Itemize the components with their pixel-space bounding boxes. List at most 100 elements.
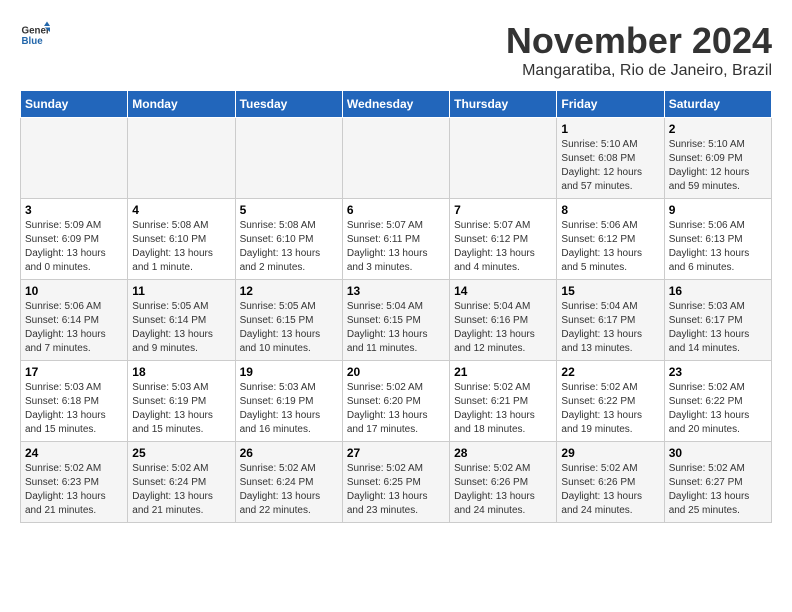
day-info: Sunrise: 5:02 AMSunset: 6:24 PMDaylight:… <box>240 462 338 518</box>
day-number: 27 <box>347 446 445 460</box>
calendar-week-1: 3 Sunrise: 5:09 AMSunset: 6:09 PMDaylight… <box>21 199 772 280</box>
day-info: Sunrise: 5:07 AMSunset: 6:11 PMDaylight:… <box>347 219 445 275</box>
calendar-cell: 20 Sunrise: 5:02 AMSunset: 6:20 PMDayligh… <box>342 361 449 442</box>
calendar-cell: 26 Sunrise: 5:02 AMSunset: 6:24 PMDayligh… <box>235 442 342 523</box>
calendar-body: 1 Sunrise: 5:10 AMSunset: 6:08 PMDaylight… <box>21 118 772 523</box>
calendar-week-0: 1 Sunrise: 5:10 AMSunset: 6:08 PMDaylight… <box>21 118 772 199</box>
calendar-table: Sunday Monday Tuesday Wednesday Thursday… <box>20 90 772 523</box>
day-info: Sunrise: 5:03 AMSunset: 6:19 PMDaylight:… <box>132 381 230 437</box>
logo-icon: General Blue <box>20 20 50 50</box>
day-info: Sunrise: 5:02 AMSunset: 6:20 PMDaylight:… <box>347 381 445 437</box>
header-monday: Monday <box>128 91 235 118</box>
calendar-cell: 18Sunrise: 5:03 AMSunset: 6:19 PMDayligh… <box>128 361 235 442</box>
day-number: 16 <box>669 284 767 298</box>
day-info: Sunrise: 5:06 AMSunset: 6:14 PMDaylight:… <box>25 300 123 356</box>
day-info: Sunrise: 5:02 AMSunset: 6:24 PMDaylight:… <box>132 462 230 518</box>
day-number: 19 <box>240 365 338 379</box>
calendar-cell: 4 Sunrise: 5:08 AMSunset: 6:10 PMDaylight… <box>128 199 235 280</box>
day-number: 22 <box>561 365 659 379</box>
day-number: 30 <box>669 446 767 460</box>
calendar-week-2: 10 Sunrise: 5:06 AMSunset: 6:14 PMDayligh… <box>21 280 772 361</box>
calendar-cell: 11 Sunrise: 5:05 AMSunset: 6:14 PMDayligh… <box>128 280 235 361</box>
header-friday: Friday <box>557 91 664 118</box>
day-info: Sunrise: 5:10 AMSunset: 6:08 PMDaylight:… <box>561 138 659 194</box>
day-info: Sunrise: 5:02 AMSunset: 6:23 PMDaylight:… <box>25 462 123 518</box>
calendar-cell <box>235 118 342 199</box>
calendar-cell: 8 Sunrise: 5:06 AMSunset: 6:12 PMDaylight… <box>557 199 664 280</box>
header-sunday: Sunday <box>21 91 128 118</box>
calendar-cell: 22 Sunrise: 5:02 AMSunset: 6:22 PMDayligh… <box>557 361 664 442</box>
day-info: Sunrise: 5:02 AMSunset: 6:22 PMDaylight:… <box>669 381 767 437</box>
calendar-cell: 30 Sunrise: 5:02 AMSunset: 6:27 PMDayligh… <box>664 442 771 523</box>
calendar-week-4: 24 Sunrise: 5:02 AMSunset: 6:23 PMDayligh… <box>21 442 772 523</box>
day-info: Sunrise: 5:05 AMSunset: 6:14 PMDaylight:… <box>132 300 230 356</box>
calendar-cell <box>342 118 449 199</box>
day-number: 10 <box>25 284 123 298</box>
day-info: Sunrise: 5:10 AMSunset: 6:09 PMDaylight:… <box>669 138 767 194</box>
day-number: 20 <box>347 365 445 379</box>
day-number: 4 <box>132 203 230 217</box>
day-number: 24 <box>25 446 123 460</box>
day-number: 12 <box>240 284 338 298</box>
header-saturday: Saturday <box>664 91 771 118</box>
day-number: 11 <box>132 284 230 298</box>
calendar-cell: 14 Sunrise: 5:04 AMSunset: 6:16 PMDayligh… <box>450 280 557 361</box>
calendar-cell: 17 Sunrise: 5:03 AMSunset: 6:18 PMDayligh… <box>21 361 128 442</box>
day-number: 14 <box>454 284 552 298</box>
day-info: Sunrise: 5:08 AMSunset: 6:10 PMDaylight:… <box>240 219 338 275</box>
calendar-cell: 23 Sunrise: 5:02 AMSunset: 6:22 PMDayligh… <box>664 361 771 442</box>
calendar-cell: 1 Sunrise: 5:10 AMSunset: 6:08 PMDaylight… <box>557 118 664 199</box>
day-number: 9 <box>669 203 767 217</box>
day-info: Sunrise: 5:07 AMSunset: 6:12 PMDaylight:… <box>454 219 552 275</box>
day-info: Sunrise: 5:08 AMSunset: 6:10 PMDaylight:… <box>132 219 230 275</box>
day-info: Sunrise: 5:09 AMSunset: 6:09 PMDaylight:… <box>25 219 123 275</box>
calendar-cell: 6 Sunrise: 5:07 AMSunset: 6:11 PMDaylight… <box>342 199 449 280</box>
calendar-cell: 15 Sunrise: 5:04 AMSunset: 6:17 PMDayligh… <box>557 280 664 361</box>
day-info: Sunrise: 5:04 AMSunset: 6:15 PMDaylight:… <box>347 300 445 356</box>
title-area: November 2024 Mangaratiba, Rio de Janeir… <box>506 20 772 80</box>
day-number: 17 <box>25 365 123 379</box>
calendar-cell <box>450 118 557 199</box>
calendar-cell <box>21 118 128 199</box>
svg-text:Blue: Blue <box>22 36 44 47</box>
day-info: Sunrise: 5:04 AMSunset: 6:17 PMDaylight:… <box>561 300 659 356</box>
day-number: 5 <box>240 203 338 217</box>
day-number: 1 <box>561 122 659 136</box>
calendar-cell: 9 Sunrise: 5:06 AMSunset: 6:13 PMDaylight… <box>664 199 771 280</box>
day-info: Sunrise: 5:06 AMSunset: 6:12 PMDaylight:… <box>561 219 659 275</box>
calendar-cell: 28Sunrise: 5:02 AMSunset: 6:26 PMDayligh… <box>450 442 557 523</box>
calendar-cell: 2Sunrise: 5:10 AMSunset: 6:09 PMDaylight… <box>664 118 771 199</box>
calendar-cell: 21Sunrise: 5:02 AMSunset: 6:21 PMDayligh… <box>450 361 557 442</box>
day-number: 15 <box>561 284 659 298</box>
calendar-week-3: 17 Sunrise: 5:03 AMSunset: 6:18 PMDayligh… <box>21 361 772 442</box>
day-number: 26 <box>240 446 338 460</box>
calendar-cell: 16 Sunrise: 5:03 AMSunset: 6:17 PMDayligh… <box>664 280 771 361</box>
day-info: Sunrise: 5:02 AMSunset: 6:27 PMDaylight:… <box>669 462 767 518</box>
calendar-cell <box>128 118 235 199</box>
header-tuesday: Tuesday <box>235 91 342 118</box>
calendar-cell: 13 Sunrise: 5:04 AMSunset: 6:15 PMDayligh… <box>342 280 449 361</box>
day-info: Sunrise: 5:03 AMSunset: 6:18 PMDaylight:… <box>25 381 123 437</box>
page-header: General Blue November 2024 Mangaratiba, … <box>20 20 772 80</box>
header-row: Sunday Monday Tuesday Wednesday Thursday… <box>21 91 772 118</box>
header-wednesday: Wednesday <box>342 91 449 118</box>
day-info: Sunrise: 5:03 AMSunset: 6:17 PMDaylight:… <box>669 300 767 356</box>
day-number: 29 <box>561 446 659 460</box>
day-number: 23 <box>669 365 767 379</box>
day-number: 28 <box>454 446 552 460</box>
day-number: 8 <box>561 203 659 217</box>
day-info: Sunrise: 5:04 AMSunset: 6:16 PMDaylight:… <box>454 300 552 356</box>
day-info: Sunrise: 5:05 AMSunset: 6:15 PMDaylight:… <box>240 300 338 356</box>
day-info: Sunrise: 5:06 AMSunset: 6:13 PMDaylight:… <box>669 219 767 275</box>
day-number: 13 <box>347 284 445 298</box>
calendar-cell: 24 Sunrise: 5:02 AMSunset: 6:23 PMDayligh… <box>21 442 128 523</box>
calendar-cell: 19 Sunrise: 5:03 AMSunset: 6:19 PMDayligh… <box>235 361 342 442</box>
day-info: Sunrise: 5:02 AMSunset: 6:22 PMDaylight:… <box>561 381 659 437</box>
day-info: Sunrise: 5:03 AMSunset: 6:19 PMDaylight:… <box>240 381 338 437</box>
header-thursday: Thursday <box>450 91 557 118</box>
day-info: Sunrise: 5:02 AMSunset: 6:25 PMDaylight:… <box>347 462 445 518</box>
day-number: 3 <box>25 203 123 217</box>
location-title: Mangaratiba, Rio de Janeiro, Brazil <box>506 62 772 80</box>
day-number: 6 <box>347 203 445 217</box>
calendar-cell: 7Sunrise: 5:07 AMSunset: 6:12 PMDaylight… <box>450 199 557 280</box>
